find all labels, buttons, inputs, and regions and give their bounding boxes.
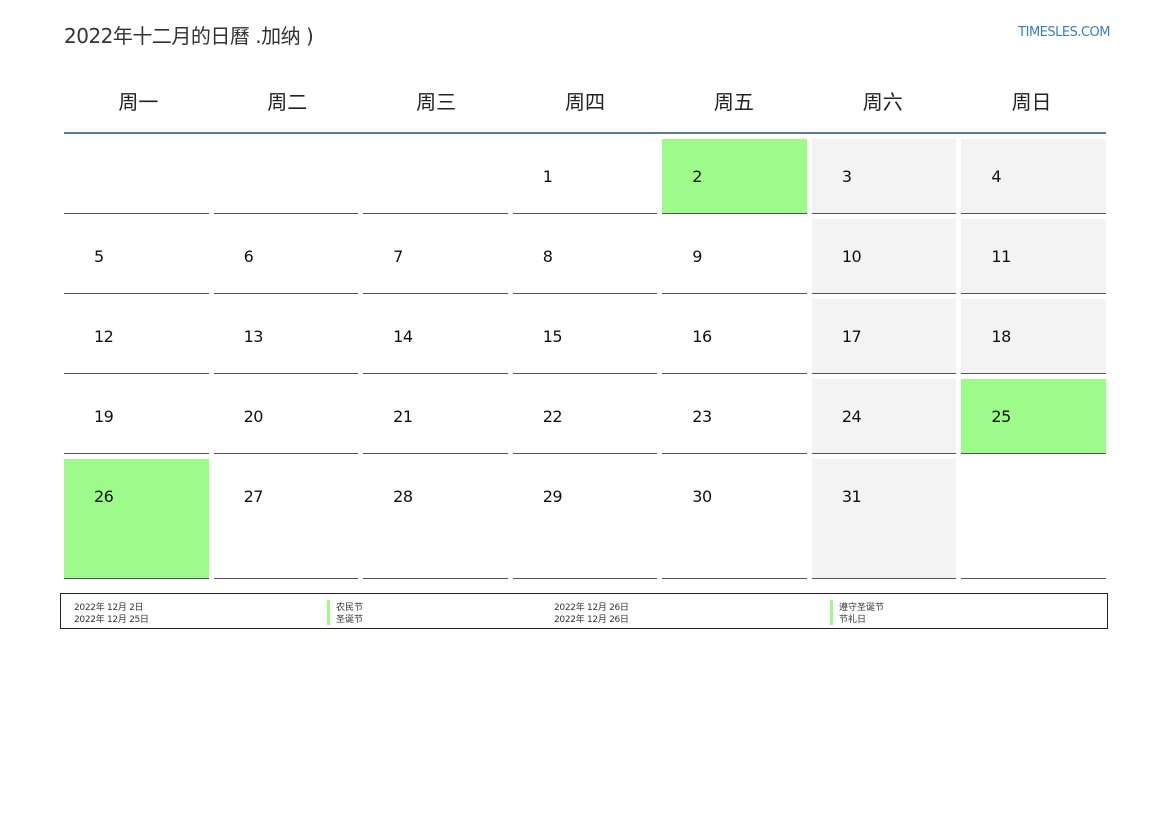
day-number: 24: [841, 407, 862, 426]
calendar-day-cell: 17: [811, 299, 957, 374]
day-number: 16: [692, 327, 712, 346]
day-number: 19: [94, 407, 114, 426]
legend-date: 2022年 12月 26日: [554, 615, 629, 625]
calendar-day-cell: 16: [662, 299, 807, 374]
legend-date: 2022年 12月 25日: [74, 615, 149, 625]
calendar-day-cell: 20: [213, 379, 359, 454]
calendar-day-cell: 10: [811, 219, 957, 294]
calendar-day-cell: 31: [811, 459, 957, 579]
calendar-cell-empty: [961, 459, 1106, 579]
day-number: 14: [393, 327, 413, 346]
calendar-day-cell: 19: [64, 379, 209, 454]
site-link[interactable]: TIMESLES.COM: [1018, 25, 1110, 40]
day-number: 28: [393, 487, 413, 506]
legend-holiday-name: 节礼日: [830, 612, 866, 625]
calendar-day-cell: 21: [363, 379, 508, 454]
calendar-day-cell: 11: [961, 219, 1106, 294]
calendar-day-cell: 9: [662, 219, 807, 294]
calendar-day-cell: 30: [662, 459, 807, 579]
day-number: 6: [243, 247, 254, 266]
calendar-day-cell: 2: [662, 139, 807, 214]
calendar-grid: 1 2 3 4 5 6 7 8 9 10 11 12 13 14 15 16 17 18 19 20 21 22 23 24 2…: [64, 139, 1106, 579]
day-number: 30: [692, 487, 712, 506]
calendar-day-cell: 8: [512, 219, 658, 294]
day-number: 13: [243, 327, 264, 346]
calendar-day-cell: 14: [363, 299, 508, 374]
calendar-day-cell: 26: [64, 459, 209, 579]
weekday-sun: 周日: [1011, 89, 1052, 114]
calendar-day-cell: 29: [512, 459, 658, 579]
day-number: 7: [393, 247, 403, 266]
day-number: 31: [841, 487, 862, 506]
weekday-fri: 周五: [713, 89, 754, 114]
day-number: 9: [692, 247, 702, 266]
calendar-day-cell: 6: [213, 219, 359, 294]
day-number: 2: [692, 167, 702, 186]
calendar-cell-empty: [64, 139, 209, 214]
calendar-day-cell: 7: [363, 219, 508, 294]
day-number: 12: [94, 327, 114, 346]
calendar-cell-empty: [213, 139, 359, 214]
calendar-day-cell: 3: [811, 139, 957, 214]
calendar-day-cell: 27: [213, 459, 359, 579]
calendar-day-cell: 12: [64, 299, 209, 374]
calendar-day-cell: 15: [512, 299, 658, 374]
day-number: 26: [94, 487, 114, 506]
holiday-legend: 2022年 12月 2日 2022年 12月 25日 农民节 圣诞节 2022年…: [60, 593, 1108, 629]
weekday-wed: 周三: [416, 89, 457, 114]
calendar-day-cell: 18: [961, 299, 1106, 374]
weekday-header: 周一 周二 周三 周四 周五 周六 周日: [64, 68, 1106, 134]
day-number: 1: [542, 167, 553, 186]
day-number: 27: [243, 487, 264, 506]
calendar-page: 2022年十二月的日曆 .加纳 ) TIMESLES.COM 周一 周二 周三 …: [0, 0, 1169, 827]
day-number: 8: [542, 247, 553, 266]
legend-holiday-name: 圣诞节: [327, 612, 363, 625]
calendar-day-cell: 24: [811, 379, 957, 454]
calendar-cell-empty: [363, 139, 508, 214]
calendar-day-cell: 23: [662, 379, 807, 454]
day-number: 3: [841, 167, 852, 186]
day-number: 20: [243, 407, 264, 426]
day-number: 4: [991, 167, 1002, 186]
calendar-day-cell: 13: [213, 299, 359, 374]
weekday-mon: 周一: [118, 89, 159, 114]
day-number: 22: [542, 407, 563, 426]
day-number: 18: [991, 327, 1011, 346]
day-number: 5: [94, 247, 104, 266]
weekday-thu: 周四: [564, 89, 605, 114]
day-number: 21: [393, 407, 413, 426]
day-number: 17: [841, 327, 862, 346]
calendar-day-cell: 1: [512, 139, 658, 214]
day-number: 23: [692, 407, 712, 426]
calendar-day-cell: 25: [961, 379, 1106, 454]
calendar-day-cell: 4: [961, 139, 1106, 214]
day-number: 25: [991, 407, 1011, 426]
day-number: 10: [841, 247, 862, 266]
calendar-day-cell: 28: [363, 459, 508, 579]
page-title: 2022年十二月的日曆 .加纳 ): [64, 24, 314, 48]
weekday-sat: 周六: [862, 89, 903, 114]
day-number: 11: [991, 247, 1011, 266]
calendar-day-cell: 5: [64, 219, 209, 294]
calendar-day-cell: 22: [512, 379, 658, 454]
day-number: 29: [542, 487, 563, 506]
weekday-tue: 周二: [267, 89, 308, 114]
day-number: 15: [542, 327, 563, 346]
